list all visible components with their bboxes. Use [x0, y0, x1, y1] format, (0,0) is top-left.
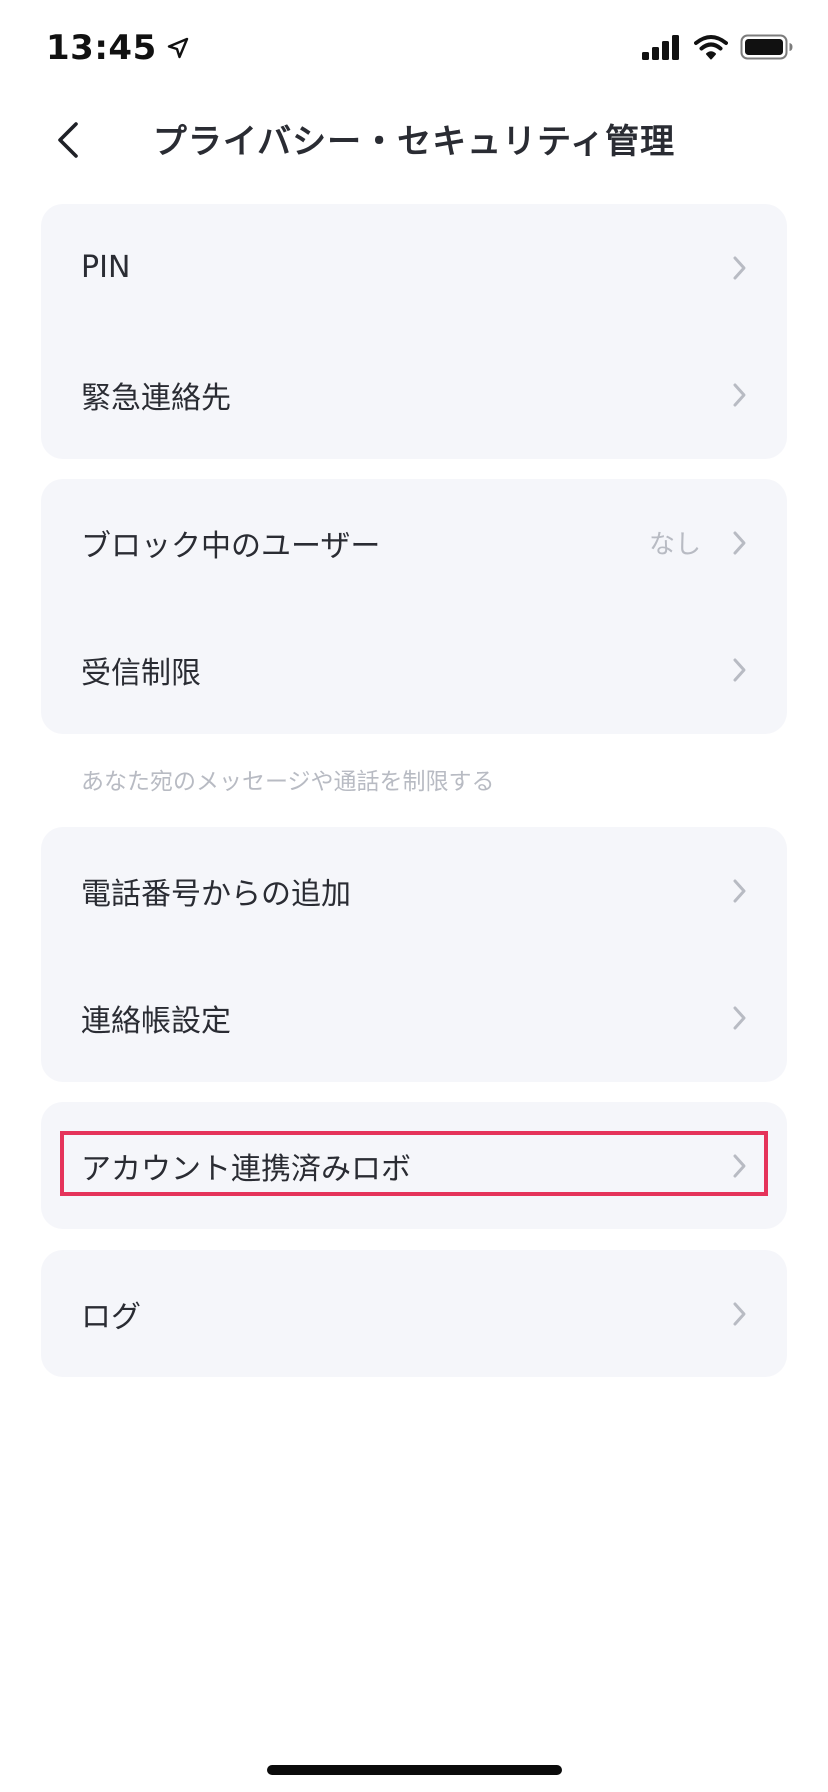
- status-icons: [642, 34, 794, 60]
- row-blocked-users[interactable]: ブロック中のユーザー なし: [41, 479, 787, 606]
- navigation-header: プライバシー・セキュリティ管理: [0, 100, 828, 180]
- chevron-right-icon: [733, 256, 746, 279]
- home-indicator: [267, 1765, 562, 1775]
- status-time-group: 13:45: [46, 28, 189, 68]
- row-value: なし: [648, 530, 701, 560]
- row-contacts-settings[interactable]: 連絡帳設定: [41, 954, 787, 1081]
- page-title: プライバシー・セキュリティ管理: [152, 122, 676, 162]
- row-linked-robots[interactable]: アカウント連携済みロボ: [41, 1102, 787, 1229]
- row-label: ログ: [81, 1299, 141, 1335]
- cellular-signal-icon: [642, 35, 679, 60]
- status-time: 13:45: [46, 28, 157, 68]
- security-card: PIN 緊急連絡先: [41, 204, 787, 459]
- contacts-card: 電話番号からの追加 連絡帳設定: [41, 827, 787, 1082]
- row-label: 連絡帳設定: [81, 1003, 231, 1039]
- row-label: アカウント連携済みロボ: [81, 1151, 411, 1187]
- section-note: あなた宛のメッセージや通話を制限する: [81, 769, 495, 795]
- row-label: 受信制限: [81, 655, 201, 691]
- row-label: 緊急連絡先: [81, 380, 231, 416]
- row-label: 電話番号からの追加: [81, 876, 351, 912]
- battery-icon: [740, 34, 793, 60]
- row-logs[interactable]: ログ: [41, 1250, 787, 1377]
- row-pin[interactable]: PIN: [41, 204, 787, 331]
- chevron-right-icon: [733, 531, 746, 554]
- robots-card: アカウント連携済みロボ: [41, 1102, 787, 1229]
- wifi-icon: [694, 35, 728, 60]
- location-arrow-icon: [167, 37, 188, 59]
- chevron-right-icon: [733, 1006, 746, 1029]
- chevron-right-icon: [733, 658, 746, 681]
- row-label: ブロック中のユーザー: [81, 528, 381, 564]
- row-receive-restrictions[interactable]: 受信制限: [41, 606, 787, 733]
- status-bar: 13:45: [0, 0, 828, 100]
- chevron-right-icon: [733, 383, 746, 406]
- chevron-right-icon: [733, 1302, 746, 1325]
- chevron-right-icon: [733, 1154, 746, 1177]
- row-label: PIN: [81, 250, 131, 285]
- blocking-card: ブロック中のユーザー なし 受信制限: [41, 479, 787, 734]
- logs-card: ログ: [41, 1250, 787, 1377]
- row-add-by-phone[interactable]: 電話番号からの追加: [41, 827, 787, 954]
- row-emergency-contact[interactable]: 緊急連絡先: [41, 331, 787, 458]
- chevron-right-icon: [733, 879, 746, 902]
